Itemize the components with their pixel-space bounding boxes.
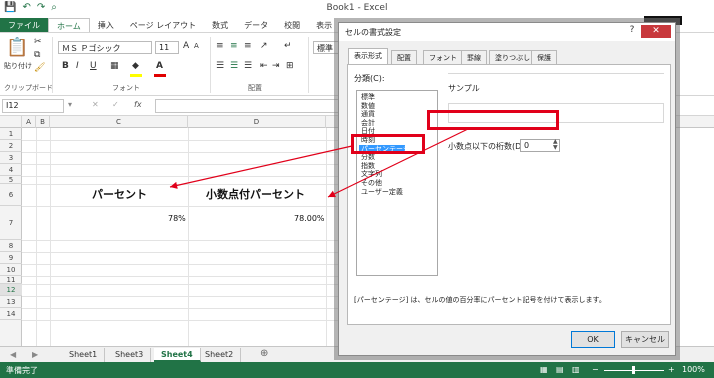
arrow-to-decimal-percent-cell xyxy=(327,127,471,198)
annotation-arrows xyxy=(169,127,471,198)
arrow-to-percent-cell xyxy=(169,145,353,189)
